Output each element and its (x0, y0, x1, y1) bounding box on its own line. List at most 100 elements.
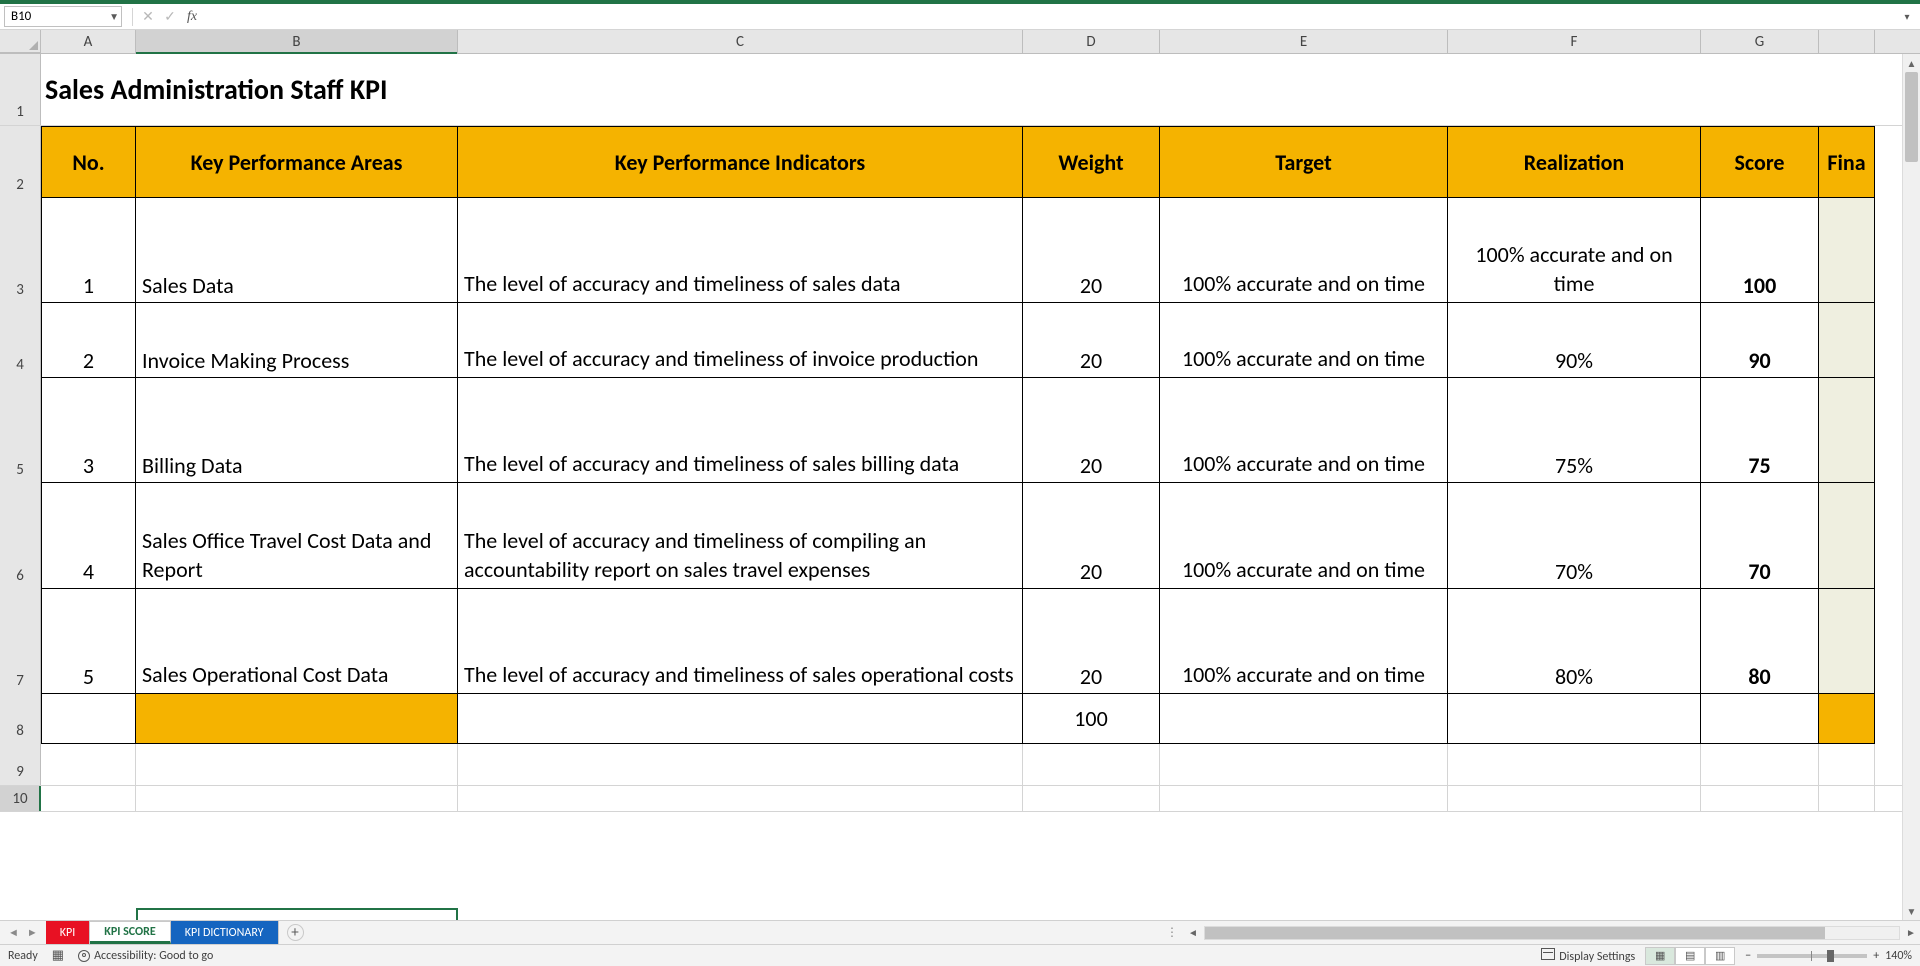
horizontal-scrollbar[interactable]: ⋮ ◄ ► (1160, 921, 1920, 944)
cell-B10[interactable] (136, 786, 458, 811)
cell-F9[interactable] (1448, 744, 1701, 785)
cell-E9[interactable] (1160, 744, 1448, 785)
cell-realization[interactable]: 80% (1448, 589, 1701, 694)
zoom-knob[interactable] (1827, 950, 1834, 962)
cell-C10[interactable] (458, 786, 1023, 811)
header-weight[interactable]: Weight (1023, 126, 1160, 198)
sheet-nav-next-icon[interactable]: ► (27, 926, 38, 939)
header-kpi[interactable]: Key Performance Indicators (458, 126, 1023, 198)
row-header-1[interactable]: 1 (0, 54, 41, 125)
row-header-8[interactable]: 8 (0, 694, 41, 744)
header-kpa[interactable]: Key Performance Areas (136, 126, 458, 198)
col-header-C[interactable]: C (458, 30, 1023, 53)
header-final-partial[interactable]: Fina (1819, 126, 1875, 198)
cell-weight[interactable]: 20 (1023, 483, 1160, 589)
table-row[interactable]: 4 2 Invoice Making Process The level of … (0, 303, 1902, 378)
cell-no[interactable]: 4 (41, 483, 136, 589)
scroll-track[interactable] (1903, 72, 1920, 902)
cell-F10[interactable] (1448, 786, 1701, 811)
sheet-tab-kpi[interactable]: KPI (46, 921, 90, 944)
cell-no[interactable]: 5 (41, 589, 136, 694)
cell-realization[interactable]: 70% (1448, 483, 1701, 589)
scroll-thumb[interactable] (1905, 72, 1918, 162)
header-score[interactable]: Score (1701, 126, 1819, 198)
row-header-3[interactable]: 3 (0, 198, 41, 303)
cell-A8[interactable] (41, 694, 136, 744)
cell-kpa[interactable]: Sales Operational Cost Data (136, 589, 458, 694)
cell-final[interactable] (1819, 198, 1875, 303)
view-page-break-icon[interactable]: ▥ (1705, 947, 1735, 965)
expand-formula-bar-icon[interactable]: ▾ (1898, 10, 1916, 23)
row-10[interactable]: 10 (0, 786, 1902, 812)
chevron-down-icon[interactable]: ▼ (109, 10, 119, 23)
cell-realization[interactable]: 90% (1448, 303, 1701, 378)
formula-input[interactable] (203, 7, 1898, 27)
cell-final[interactable] (1819, 303, 1875, 378)
cell-D9[interactable] (1023, 744, 1160, 785)
sheet-tab-kpi-dictionary[interactable]: KPI DICTIONARY (171, 921, 279, 944)
cells-area[interactable]: 1 Sales Administration Staff KPI 2 No. K… (0, 54, 1902, 920)
scroll-down-icon[interactable]: ▼ (1903, 902, 1920, 920)
scroll-up-icon[interactable]: ▲ (1903, 54, 1920, 72)
cell-target[interactable]: 100% accurate and on time (1160, 303, 1448, 378)
cell-H8[interactable] (1819, 694, 1875, 744)
cell-realization[interactable]: 100% accurate and on time (1448, 198, 1701, 303)
cell-no[interactable]: 2 (41, 303, 136, 378)
sheet-nav[interactable]: ◄ ► (0, 921, 46, 944)
row-2[interactable]: 2 No. Key Performance Areas Key Performa… (0, 126, 1902, 198)
row-header-10[interactable]: 10 (0, 786, 41, 811)
col-header-F[interactable]: F (1448, 30, 1701, 53)
view-normal-icon[interactable]: ▦ (1645, 947, 1675, 965)
cell-kpa[interactable]: Sales Office Travel Cost Data and Report (136, 483, 458, 589)
cell-no[interactable]: 1 (41, 198, 136, 303)
spreadsheet-grid[interactable]: A B C D E F G 1 Sales Administration Sta… (0, 30, 1920, 920)
zoom-slider[interactable] (1757, 954, 1867, 958)
cell-kpi[interactable]: The level of accuracy and timeliness of … (458, 589, 1023, 694)
col-header-G[interactable]: G (1701, 30, 1819, 53)
sheet-nav-prev-icon[interactable]: ◄ (8, 926, 19, 939)
cell-G9[interactable] (1701, 744, 1819, 785)
cell-B9[interactable] (136, 744, 458, 785)
cell-A9[interactable] (41, 744, 136, 785)
cell-kpi[interactable]: The level of accuracy and timeliness of … (458, 378, 1023, 483)
cell-score[interactable]: 90 (1701, 303, 1819, 378)
hscroll-track[interactable] (1204, 926, 1900, 940)
cell-weight[interactable]: 20 (1023, 589, 1160, 694)
row-header-6[interactable]: 6 (0, 483, 41, 589)
cell-C8[interactable] (458, 694, 1023, 744)
cell-no[interactable]: 3 (41, 378, 136, 483)
row-header-5[interactable]: 5 (0, 378, 41, 483)
cell-final[interactable] (1819, 589, 1875, 694)
col-header-D[interactable]: D (1023, 30, 1160, 53)
table-row[interactable]: 6 4 Sales Office Travel Cost Data and Re… (0, 483, 1902, 589)
hscroll-thumb[interactable] (1205, 927, 1825, 939)
cell-weight[interactable]: 20 (1023, 198, 1160, 303)
row-header-9[interactable]: 9 (0, 744, 41, 785)
cell-F8[interactable] (1448, 694, 1701, 744)
tab-split-handle-icon[interactable]: ⋮ (1160, 925, 1184, 940)
view-page-layout-icon[interactable]: ▤ (1675, 947, 1705, 965)
cell-final[interactable] (1819, 378, 1875, 483)
cell-H10[interactable] (1819, 786, 1875, 811)
cell-D10[interactable] (1023, 786, 1160, 811)
cell-kpa[interactable]: Invoice Making Process (136, 303, 458, 378)
cell-target[interactable]: 100% accurate and on time (1160, 198, 1448, 303)
header-no[interactable]: No. (41, 126, 136, 198)
col-header-E[interactable]: E (1160, 30, 1448, 53)
name-box[interactable]: B10 ▼ (4, 6, 122, 27)
cell-realization[interactable]: 75% (1448, 378, 1701, 483)
cell-G8[interactable] (1701, 694, 1819, 744)
sheet-tab-kpi-score[interactable]: KPI SCORE (90, 921, 171, 944)
cell-score[interactable]: 70 (1701, 483, 1819, 589)
cell-score[interactable]: 80 (1701, 589, 1819, 694)
table-row[interactable]: 7 5 Sales Operational Cost Data The leve… (0, 589, 1902, 694)
row-header-7[interactable]: 7 (0, 589, 41, 694)
cell-G10[interactable] (1701, 786, 1819, 811)
row-9[interactable]: 9 (0, 744, 1902, 786)
zoom-out-icon[interactable]: − (1745, 949, 1751, 963)
vertical-scrollbar[interactable]: ▲ ▼ (1902, 54, 1920, 920)
row-8[interactable]: 8 100 (0, 694, 1902, 744)
accessibility-status[interactable]: Accessibility: Good to go (78, 949, 213, 963)
cell-A10[interactable] (41, 786, 136, 811)
row-1[interactable]: 1 Sales Administration Staff KPI (0, 54, 1902, 126)
